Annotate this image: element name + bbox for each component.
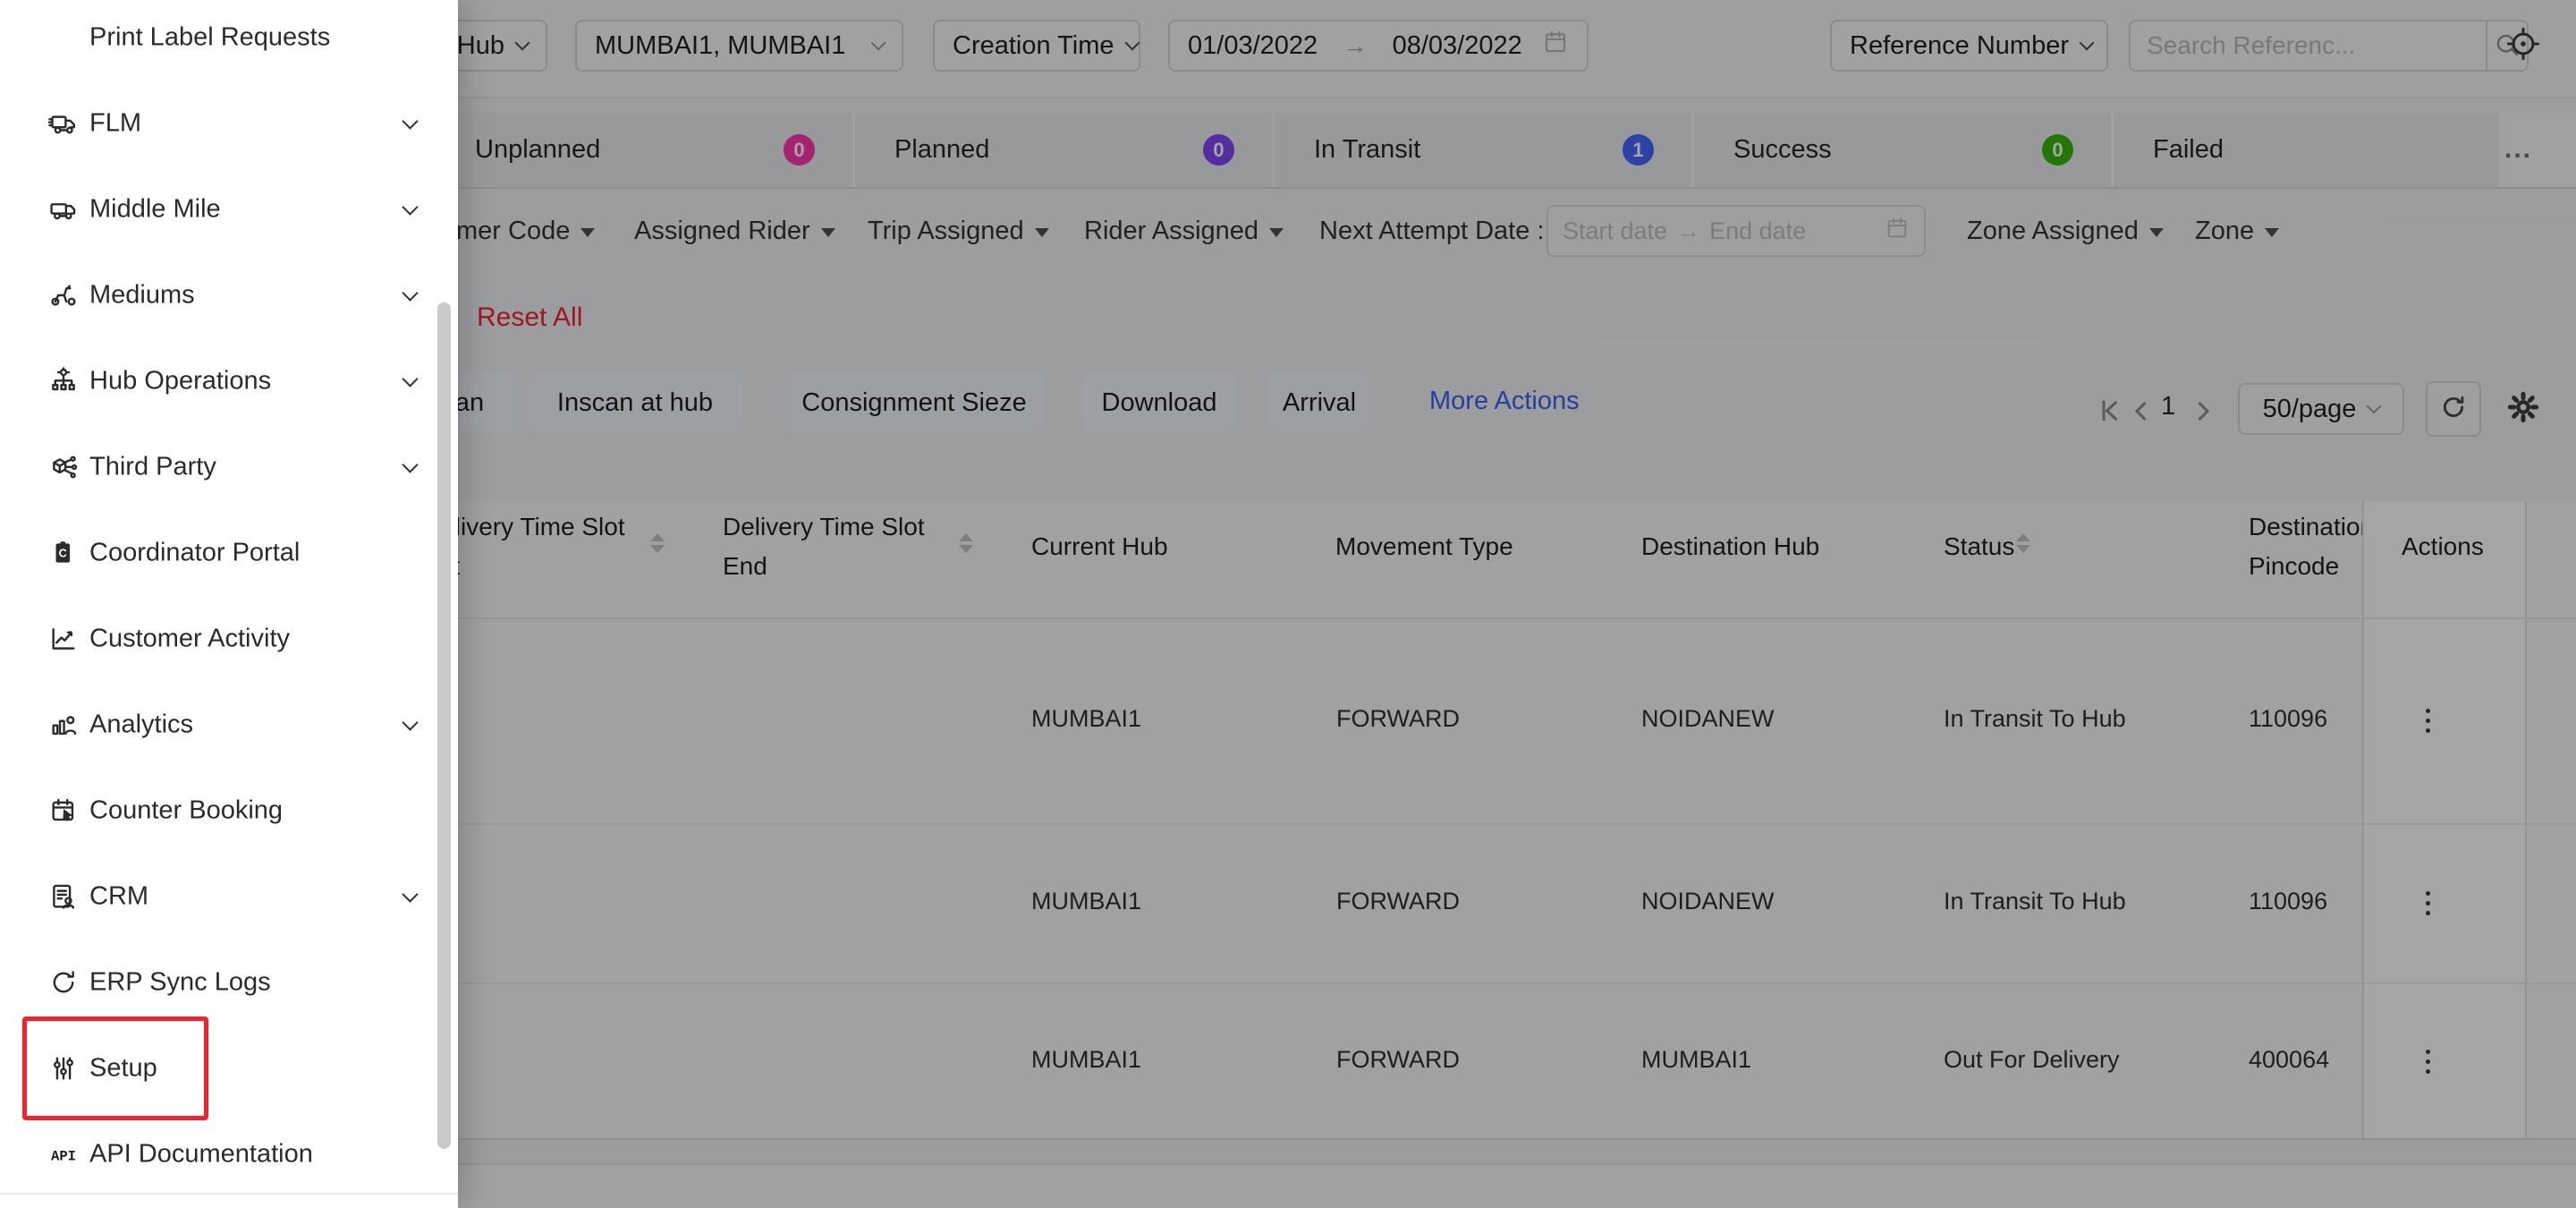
coordinator-clipboard-icon: C — [47, 536, 80, 570]
sidebar-item-label: Coordinator Portal — [89, 539, 300, 568]
sidebar-item-label: CRM — [89, 882, 148, 912]
sidebar-item-customer-activity[interactable]: Customer Activity — [0, 596, 458, 682]
sidebar-item-label: Middle Mile — [89, 195, 221, 225]
app-root: g Hub MUMBAI1, MUMBAI1 Creation Time 01/… — [0, 0, 2576, 1208]
analytics-bars-icon — [47, 708, 80, 742]
sliders-icon — [47, 1051, 80, 1085]
sidebar-item-label: API Documentation — [89, 1140, 313, 1170]
sidebar-item-label: ERP Sync Logs — [89, 968, 271, 998]
sidebar-item-label: FLM — [89, 109, 141, 139]
chevron-down-icon — [402, 886, 418, 902]
sidebar-item-erp-sync-logs[interactable]: ERP Sync Logs — [0, 940, 458, 1025]
chevron-down-icon — [402, 456, 418, 472]
sidebar-item-label: Customer Activity — [89, 625, 290, 654]
scooter-icon — [47, 278, 80, 312]
sidebar-item-label: Third Party — [89, 453, 216, 482]
line-chart-icon — [47, 622, 80, 656]
sidebar-item-middle-mile[interactable]: Middle Mile — [0, 166, 458, 252]
sidebar-item-label: Analytics — [89, 710, 193, 740]
sidebar-item-coordinator-portal[interactable]: C Coordinator Portal — [0, 510, 458, 596]
sidebar-scrollbar[interactable] — [437, 302, 451, 1149]
sidebar-item-print-label-requests[interactable]: Print Label Requests — [0, 0, 458, 81]
api-icon: API — [47, 1137, 80, 1171]
chevron-down-icon — [402, 370, 418, 387]
sidebar-item-api-documentation[interactable]: API API Documentation — [0, 1111, 458, 1197]
van-icon — [47, 192, 80, 226]
sidebar-item-label: Mediums — [89, 281, 195, 311]
sync-icon — [47, 966, 80, 1000]
truck-icon — [47, 106, 80, 140]
sidebar-item-label: Counter Booking — [89, 796, 283, 826]
sidebar-item-label: Setup — [89, 1054, 157, 1084]
sidebar-item-flm[interactable]: FLM — [0, 81, 458, 166]
sidebar-item-setup[interactable]: Setup — [0, 1025, 458, 1111]
chevron-down-icon — [402, 714, 418, 730]
chevron-down-icon — [402, 113, 418, 129]
sidebar-drawer: Print Label Requests FLM Middle Mile Medium… — [0, 0, 458, 1208]
sidebar-item-counter-booking[interactable]: Counter Booking — [0, 768, 458, 854]
sidebar-bottom-divider — [0, 1193, 458, 1195]
sidebar-item-analytics[interactable]: Analytics — [0, 682, 458, 768]
sidebar-item-label: Hub Operations — [89, 367, 271, 396]
sidebar-item-label: Print Label Requests — [89, 23, 330, 53]
crm-doc-icon — [47, 880, 80, 914]
hub-network-icon — [47, 364, 80, 398]
svg-text:C: C — [59, 547, 67, 560]
sidebar-item-third-party[interactable]: Third Party — [0, 424, 458, 510]
counter-booking-icon — [47, 794, 80, 828]
chevron-down-icon — [402, 199, 418, 215]
third-party-icon — [47, 450, 80, 484]
chevron-down-icon — [402, 285, 418, 301]
sidebar-item-crm[interactable]: CRM — [0, 854, 458, 940]
svg-text:API: API — [51, 1148, 76, 1164]
sidebar-item-mediums[interactable]: Mediums — [0, 252, 458, 338]
sidebar-item-hub-operations[interactable]: Hub Operations — [0, 338, 458, 424]
